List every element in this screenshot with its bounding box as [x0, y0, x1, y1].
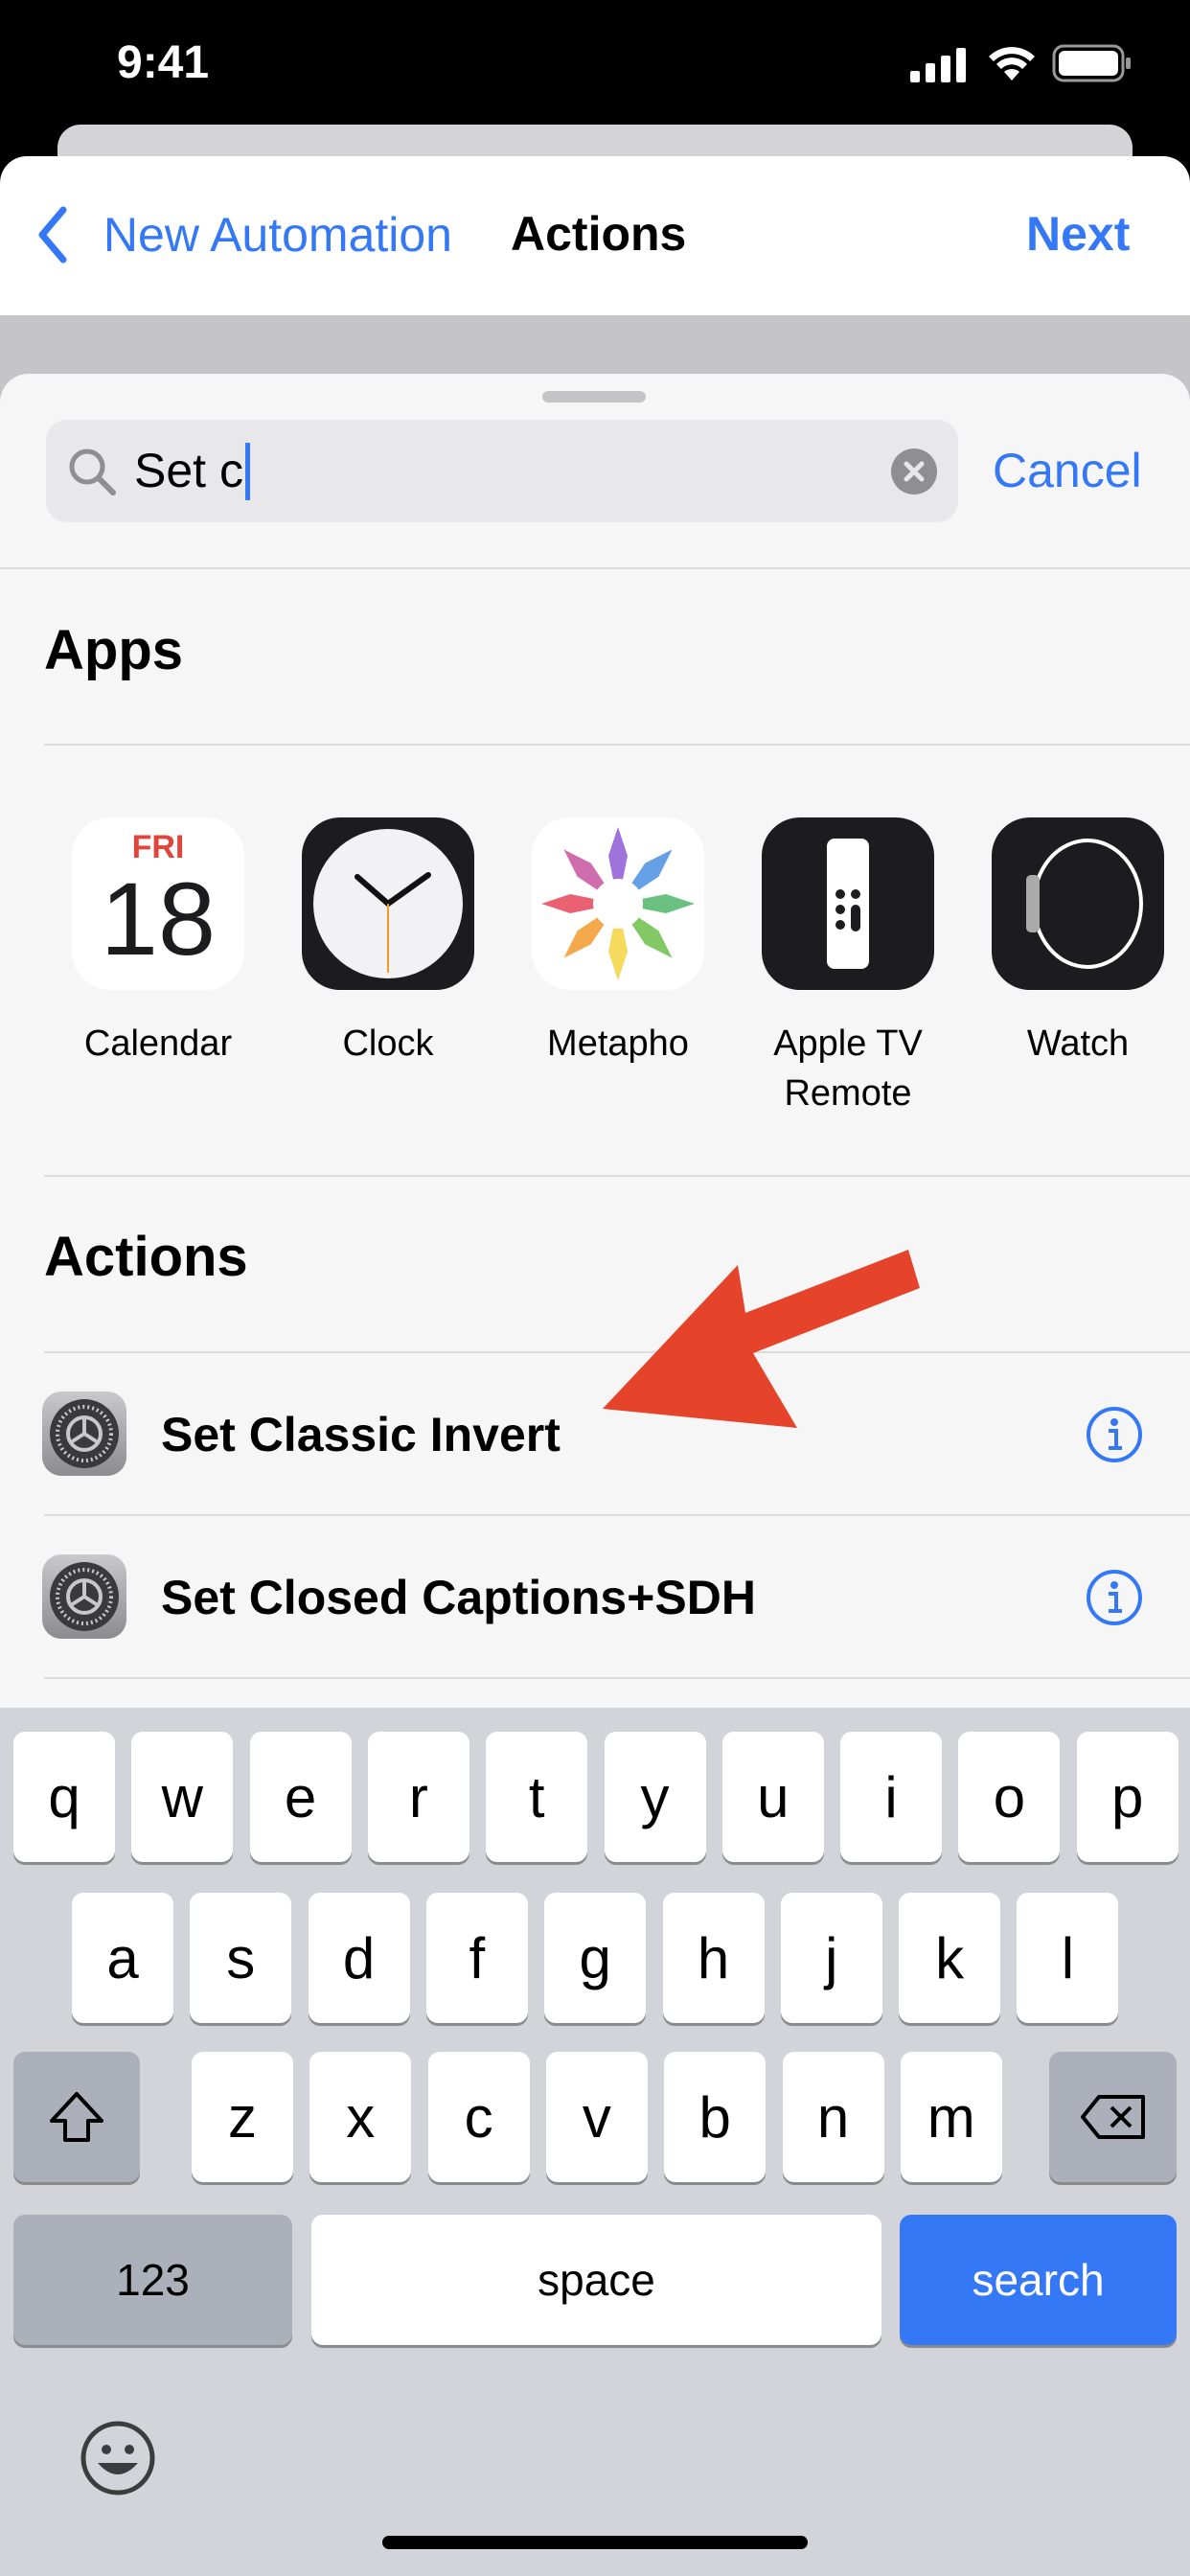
app-calendar[interactable]: FRI 18 Calendar [53, 817, 263, 1134]
search-icon [69, 448, 116, 495]
app-metapho[interactable]: Metapho [513, 817, 723, 1134]
key-r[interactable]: r [367, 1732, 469, 1862]
actions-heading: Actions [44, 1226, 248, 1288]
app-label: Clock [342, 1024, 434, 1064]
key-x[interactable]: x [309, 2052, 412, 2182]
divider [44, 744, 1190, 746]
app-label: Watch [1026, 1024, 1130, 1064]
key-b[interactable]: b [664, 2052, 767, 2182]
app-apple-tv[interactable]: Apple TV Remote [743, 817, 953, 1134]
shift-icon [50, 2092, 103, 2142]
search-text: Set c [134, 444, 243, 497]
app-label: Calendar [83, 1024, 233, 1064]
action-label: Set Classic Invert [161, 1408, 561, 1461]
shift-key[interactable] [13, 2052, 140, 2182]
key-n[interactable]: n [782, 2052, 884, 2182]
key-i[interactable]: i [840, 1732, 943, 1862]
divider [0, 567, 1190, 569]
wifi-icon [989, 47, 1035, 80]
info-icon[interactable] [1085, 1568, 1144, 1627]
key-s[interactable]: s [190, 1893, 292, 2023]
apps-heading: Apps [44, 619, 183, 681]
delete-icon [1080, 2095, 1145, 2139]
app-clock[interactable]: Clock [283, 817, 493, 1134]
home-indicator[interactable] [382, 2536, 808, 2549]
page-title: Actions [511, 207, 687, 261]
delete-key[interactable] [1049, 2052, 1177, 2182]
calendar-day: FRI [131, 829, 185, 865]
key-c[interactable]: c [427, 2052, 530, 2182]
watch-icon [992, 817, 1164, 990]
settings-gear-icon [42, 1554, 126, 1639]
key-y[interactable]: y [604, 1732, 706, 1862]
text-cursor [245, 443, 250, 500]
key-t[interactable]: t [486, 1732, 588, 1862]
key-o[interactable]: o [958, 1732, 1061, 1862]
key-m[interactable]: m [900, 2052, 1002, 2182]
key-z[interactable]: z [192, 2052, 293, 2182]
cancel-button[interactable]: Cancel [993, 443, 1142, 498]
key-d[interactable]: d [308, 1893, 410, 2023]
clock-icon [302, 817, 474, 990]
space-key[interactable]: space [311, 2215, 881, 2345]
key-p[interactable]: p [1076, 1732, 1179, 1862]
app-watch[interactable]: Watch [973, 817, 1183, 1134]
key-v[interactable]: v [545, 2052, 648, 2182]
sheet-grabber[interactable] [542, 391, 646, 402]
metapho-icon [532, 817, 704, 990]
key-g[interactable]: g [544, 1893, 647, 2023]
divider [44, 1677, 1190, 1679]
app-label: Metapho [547, 1024, 689, 1064]
action-row[interactable]: Set Closed Captions+SDH [0, 1516, 1190, 1679]
battery-icon [1052, 44, 1131, 82]
back-button[interactable]: New Automation [34, 203, 452, 264]
key-e[interactable]: e [249, 1732, 352, 1862]
status-time: 9:41 [117, 37, 210, 88]
numbers-key[interactable]: 123 [13, 2215, 292, 2345]
key-h[interactable]: h [662, 1893, 765, 2023]
action-row[interactable]: Set Classic Invert [0, 1353, 1190, 1516]
settings-gear-icon [42, 1392, 126, 1476]
apple-tv-remote-icon [762, 817, 934, 990]
status-bar: 9:41 [0, 0, 1190, 134]
key-a[interactable]: a [72, 1893, 173, 2023]
search-input[interactable]: Set c [46, 420, 958, 522]
key-j[interactable]: j [780, 1893, 882, 2023]
divider [44, 1175, 1190, 1177]
search-key[interactable]: search [900, 2215, 1177, 2345]
info-icon[interactable] [1085, 1405, 1144, 1464]
key-q[interactable]: q [13, 1732, 115, 1862]
key-f[interactable]: f [425, 1893, 528, 2023]
chevron-left-icon [38, 206, 67, 264]
calendar-date: 18 [100, 861, 217, 977]
key-w[interactable]: w [131, 1732, 234, 1862]
back-label: New Automation [103, 207, 452, 262]
next-button[interactable]: Next [1026, 206, 1130, 262]
signal-icon [910, 48, 966, 82]
key-u[interactable]: u [721, 1732, 824, 1862]
key-k[interactable]: k [899, 1893, 1001, 2023]
action-label: Set Closed Captions+SDH [161, 1571, 756, 1624]
emoji-icon[interactable] [79, 2419, 157, 2497]
calendar-icon: FRI 18 [72, 817, 244, 990]
clear-icon[interactable] [891, 448, 937, 494]
app-label: Apple TV Remote [773, 1024, 923, 1114]
key-l[interactable]: l [1017, 1893, 1119, 2023]
